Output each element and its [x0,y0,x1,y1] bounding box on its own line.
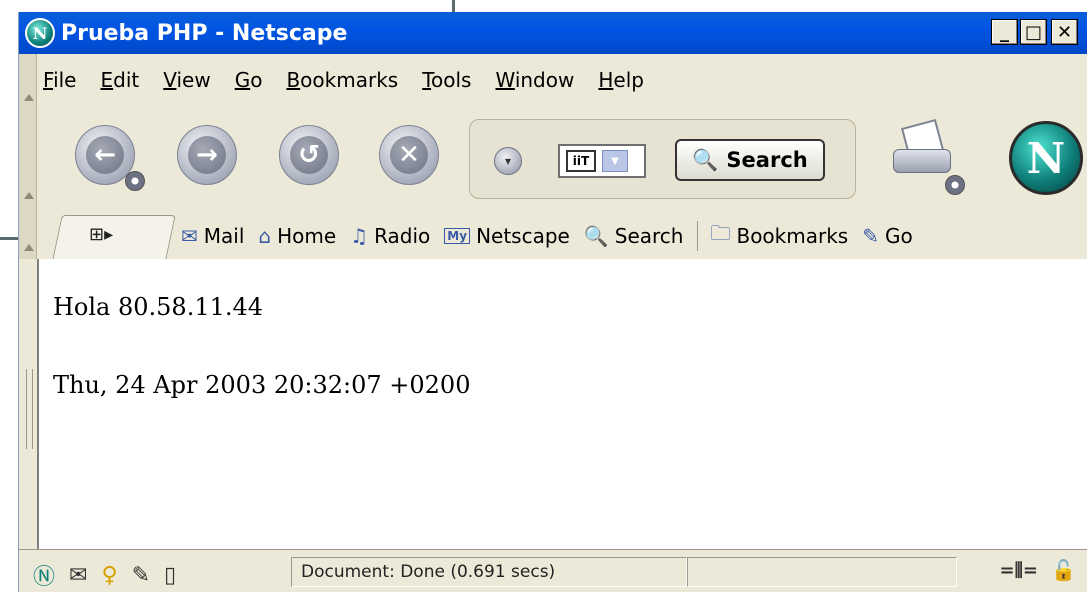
status-bar: Ⓝ ✉ ♀ ✎ ▯ Document: Done (0.691 secs) =⫼… [19,549,1087,592]
menu-tools[interactable]: Tools [422,68,471,92]
greeting-text: Hola 80.58.11.44 [53,293,264,321]
toolbar-separator [697,221,699,251]
personal-toolbar-mail[interactable]: ✉ Mail [181,224,244,248]
reload-button[interactable]: ↺ [279,125,339,185]
chevron-down-icon[interactable]: ▼ [602,150,628,172]
browser-window: N Prueba PHP - Netscape _ □ ✕ File Edit Vi… [18,12,1087,592]
pin-icon: ✎ [862,224,879,248]
search-button-label: Search [726,148,808,172]
tab[interactable] [52,215,176,260]
window-title: Prueba PHP - Netscape [61,20,348,46]
search-icon: 🔍 [583,224,609,248]
menu-bar: File Edit View Go Bookmarks Tools Window Help [19,54,1087,110]
mail-icon: ✉ [181,224,198,248]
netscape-throbber-icon[interactable]: N [1009,121,1083,195]
site-favicon-icon: iiT [566,150,596,172]
personal-toolbar-items: ✉ Mail ⌂ Home ♫ Radio My Netscape 🔍 Search 🗀 Bookma… [181,219,927,253]
menu-view[interactable]: View [163,68,210,92]
print-dropdown[interactable] [945,175,965,195]
netscape-app-icon[interactable]: N [25,18,55,48]
toolbar-grippy[interactable] [19,54,37,109]
reload-icon: ↺ [290,136,328,174]
minimize-button[interactable]: _ [991,19,1018,45]
toolbar-grippy[interactable] [19,207,37,259]
personal-toolbar-home[interactable]: ⌂ Home [258,224,336,248]
menu-window[interactable]: Window [495,68,574,92]
stop-icon: ✕ [390,136,428,174]
forward-arrow-icon: → [188,136,226,174]
menu-file[interactable]: File [43,68,76,92]
title-bar[interactable]: N Prueba PHP - Netscape _ □ ✕ [19,12,1087,54]
stop-button[interactable]: ✕ [379,125,439,185]
url-dropdown-button[interactable]: ▾ [494,147,522,175]
menu-list: File Edit View Go Bookmarks Tools Window Help [43,68,668,92]
print-button[interactable] [891,118,951,177]
online-status-icon[interactable]: =⫼= [1000,560,1038,581]
toolbar-grippy[interactable] [19,109,37,207]
radio-icon: ♫ [350,224,369,248]
site-icon-box[interactable]: iiT ▼ [558,144,646,178]
page-viewport: Hola 80.58.11.44 Thu, 24 Apr 2003 20:32:… [39,259,1087,549]
window-controls: _ □ ✕ [989,19,1078,45]
netscape-icon: My [444,228,471,244]
bookmarks-button[interactable]: 🗀 Bookmarks [710,219,848,253]
personal-toolbar-radio[interactable]: ♫ Radio [350,224,430,248]
status-text: Document: Done (0.691 secs) [301,562,556,582]
url-toolbar-group: ▾ iiT ▼ 🔍 Search [469,119,856,199]
personal-toolbar-search[interactable]: 🔍 Search [584,224,684,248]
home-icon: ⌂ [258,224,272,248]
component-bar: Ⓝ ✉ ♀ ✎ ▯ [33,559,190,591]
maximize-button[interactable]: □ [1020,19,1047,45]
sidebar-grippy[interactable] [19,259,39,549]
go-button[interactable]: ✎ Go [862,224,913,248]
close-button[interactable]: ✕ [1051,19,1078,45]
security-lock-icon[interactable]: 🔓 [1051,558,1076,582]
menu-bookmarks[interactable]: Bookmarks [286,68,398,92]
back-history-dropdown[interactable] [125,171,145,191]
mail-icon[interactable]: ✉ [69,563,87,588]
menu-go[interactable]: Go [235,68,263,92]
personal-toolbar: ⊞▸ ✉ Mail ⌂ Home ♫ Radio My Netscape 🔍 Search 🗀 Boo… [19,207,1087,260]
search-icon: 🔍 [692,147,719,172]
new-tab-icon[interactable]: ⊞▸ [89,224,113,245]
composer-icon[interactable]: ✎ [132,563,150,588]
navigation-toolbar: ← → ↺ ✕ ▾ iiT ▼ 🔍 Search N [19,109,1087,208]
navigator-icon[interactable]: Ⓝ [33,559,55,591]
personal-toolbar-netscape[interactable]: My Netscape [444,224,570,248]
forward-button[interactable]: → [177,125,237,185]
search-button[interactable]: 🔍 Search [675,139,825,181]
content-area: Hola 80.58.11.44 Thu, 24 Apr 2003 20:32:… [19,259,1087,549]
menu-help[interactable]: Help [598,68,644,92]
folder-icon: 🗀 [710,221,731,245]
instant-messenger-icon[interactable]: ♀ [101,563,117,588]
back-arrow-icon: ← [86,136,124,174]
date-text: Thu, 24 Apr 2003 20:32:07 +0200 [53,371,471,399]
menu-edit[interactable]: Edit [100,68,139,92]
address-book-icon[interactable]: ▯ [164,563,176,588]
